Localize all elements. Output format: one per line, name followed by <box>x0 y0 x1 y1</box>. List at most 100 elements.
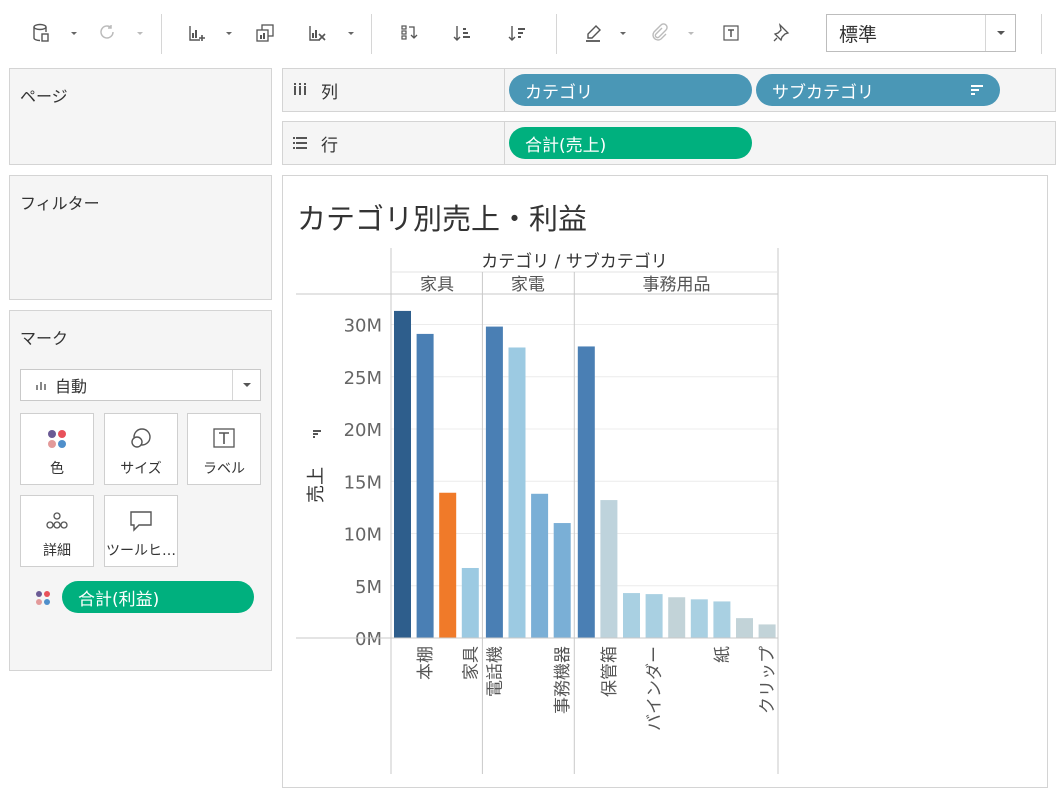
sort-descending-icon[interactable] <box>502 18 532 48</box>
bar-chart[interactable]: カテゴリ / サブカテゴリ0M5M10M15M20M25M30M売上本棚 家具 電話… <box>283 176 1047 787</box>
view-size-select[interactable]: 標準 <box>826 14 1016 52</box>
sort-descending-icon <box>971 85 983 95</box>
color-dots-icon <box>48 430 66 448</box>
chevron-down-icon[interactable] <box>69 28 79 38</box>
mark-type-select[interactable]: 自動 <box>20 369 261 401</box>
size-circles-icon <box>131 428 151 448</box>
bar <box>508 347 526 638</box>
chevron-down-icon[interactable] <box>232 370 260 400</box>
columns-label: 列 <box>321 82 338 103</box>
pill-label: 合計(売上) <box>525 135 607 156</box>
x-tick-label: 事務機器 <box>553 646 573 714</box>
bar-chart-icon <box>36 382 46 390</box>
chevron-down-icon[interactable] <box>224 28 234 38</box>
sort-ascending-icon[interactable] <box>447 18 477 48</box>
bar <box>736 618 753 638</box>
chevron-down-icon[interactable] <box>346 28 356 38</box>
y-tick-label: 5M <box>355 577 382 598</box>
bar <box>439 492 457 638</box>
duplicate-sheet-icon[interactable] <box>250 18 280 48</box>
bar <box>531 493 549 638</box>
pill-label: サブカテゴリ <box>772 82 874 103</box>
group-paperclip-icon[interactable] <box>644 18 674 48</box>
rows-pill-sales[interactable]: 合計(売上) <box>509 127 752 159</box>
chevron-down-icon[interactable] <box>985 15 1015 51</box>
label-card[interactable]: ラベル <box>187 413 261 485</box>
pin-icon[interactable] <box>767 18 797 48</box>
detail-card[interactable]: 詳細 <box>20 495 94 567</box>
clear-sheet-icon[interactable] <box>302 18 332 48</box>
size-card[interactable]: サイズ <box>104 413 178 485</box>
columns-shelf[interactable]: 列 カテゴリ サブカテゴリ <box>282 68 1056 112</box>
y-tick-label: 15M <box>344 472 382 493</box>
color-pill-profit[interactable]: 合計(利益) <box>62 581 254 613</box>
category-header-label: 家電 <box>511 275 545 295</box>
x-tick-label: 本棚 <box>416 646 436 680</box>
size-card-label: サイズ <box>120 461 162 477</box>
x-tick-label: 電話機 <box>485 646 505 697</box>
chevron-down-icon[interactable] <box>686 28 696 38</box>
detail-dots-icon <box>46 512 68 529</box>
color-pill-label: 合計(利益) <box>78 589 160 610</box>
highlight-pen-icon[interactable] <box>578 18 608 48</box>
swap-rows-columns-icon[interactable] <box>394 18 424 48</box>
color-card[interactable]: 色 <box>20 413 94 485</box>
marks-title: マーク <box>20 329 69 348</box>
chevron-down-icon[interactable] <box>618 28 628 38</box>
columns-pill-category[interactable]: カテゴリ <box>509 74 752 106</box>
columns-pill-subcategory[interactable]: サブカテゴリ <box>756 74 1000 106</box>
worksheet-view: カテゴリ別売上・利益 カテゴリ / サブカテゴリ 0M 5M 10M 15M 20M 25M… <box>282 175 1048 788</box>
bar <box>668 597 686 638</box>
tooltip-card-label: ツールヒ… <box>106 543 176 559</box>
bar <box>690 599 708 638</box>
columns-shelf-header: 列 <box>283 69 505 111</box>
rows-label: 行 <box>321 135 338 156</box>
category-header-label: 事務用品 <box>643 275 711 295</box>
chevron-down-icon[interactable] <box>135 28 145 38</box>
marks-card: マーク 自動 色 サイズ ラベル 詳細 ツールヒ… 合計(利益) <box>9 310 272 671</box>
x-tick-label: バインダー <box>645 646 665 731</box>
x-tick-label: 家具 <box>461 646 481 680</box>
rows-shelf[interactable]: 行 合計(売上) <box>282 121 1056 165</box>
mark-type-value: 自動 <box>55 377 88 396</box>
bar <box>623 593 640 638</box>
bar <box>485 326 503 638</box>
x-tick-label: 紙 <box>713 646 733 663</box>
rows-icon <box>293 137 307 149</box>
speech-bubble-icon <box>130 511 152 532</box>
text-label-icon <box>213 428 235 448</box>
bar <box>645 594 663 638</box>
detail-card-label: 詳細 <box>43 543 71 559</box>
tooltip-card[interactable]: ツールヒ… <box>104 495 178 567</box>
bar <box>394 310 411 638</box>
toolbar: 標準 <box>0 0 1056 68</box>
bar <box>461 567 479 638</box>
y-tick-label: 0M <box>355 629 382 650</box>
y-axis-title: 売上 <box>306 467 327 503</box>
filters-shelf[interactable]: フィルター <box>9 175 272 300</box>
color-field-icon <box>36 591 50 605</box>
bar <box>416 333 434 638</box>
toolbar-divider <box>161 14 162 54</box>
label-card-label: ラベル <box>203 461 245 477</box>
bar <box>553 523 571 638</box>
refresh-icon[interactable] <box>92 18 122 48</box>
new-sheet-icon[interactable] <box>182 18 212 48</box>
sort-indicator-icon <box>313 430 321 438</box>
bar <box>713 601 731 638</box>
datasource-icon[interactable] <box>26 18 56 48</box>
y-tick-label: 20M <box>344 420 382 441</box>
color-card-label: 色 <box>50 461 64 477</box>
toolbar-divider <box>371 14 372 54</box>
pages-shelf[interactable]: ページ <box>9 68 272 165</box>
column-header-title: カテゴリ / サブカテゴリ <box>481 251 668 272</box>
bar <box>600 500 618 638</box>
y-tick-label: 10M <box>344 525 382 546</box>
filters-title: フィルター <box>20 194 100 213</box>
show-labels-icon[interactable] <box>716 18 746 48</box>
toolbar-divider <box>556 14 557 54</box>
pages-title: ページ <box>20 87 68 106</box>
pill-label: カテゴリ <box>525 82 593 103</box>
x-tick-label: クリップ <box>758 646 778 714</box>
category-header-label: 家具 <box>420 275 454 295</box>
